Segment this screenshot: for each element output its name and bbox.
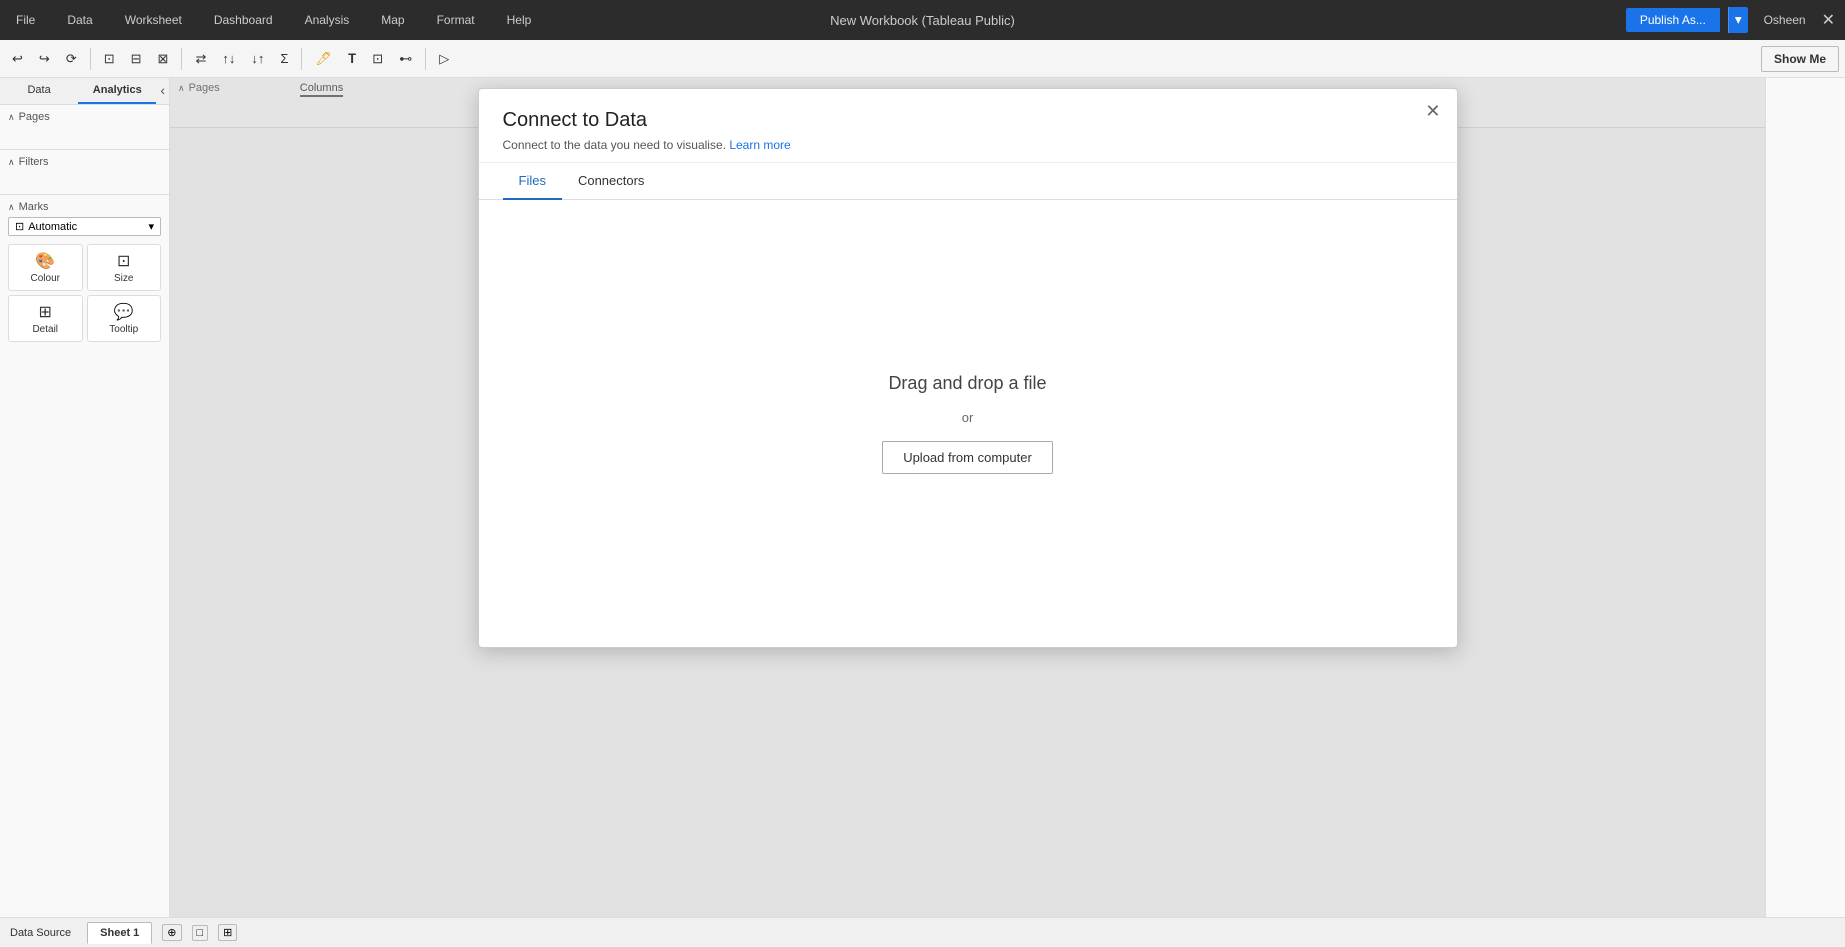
window-close-button[interactable]: ✕ — [1822, 10, 1835, 30]
marks-collapse-icon: ∧ — [8, 202, 15, 213]
learn-more-link[interactable]: Learn more — [729, 138, 790, 152]
dialog-tab-files[interactable]: Files — [503, 163, 562, 200]
pages-header[interactable]: ∧ Pages — [8, 111, 161, 123]
menu-worksheet[interactable]: Worksheet — [119, 9, 188, 31]
marks-size[interactable]: ⊡ Size — [87, 244, 162, 291]
size-icon: ⊡ — [117, 251, 130, 271]
marks-type-selector[interactable]: ⊡ Automatic ▾ — [8, 217, 161, 236]
refresh-button[interactable]: ⟳ — [60, 47, 83, 71]
upload-from-computer-button[interactable]: Upload from computer — [882, 441, 1053, 474]
totals-button[interactable]: Σ — [274, 47, 294, 70]
menu-bar: File Data Worksheet Dashboard Analysis M… — [10, 9, 537, 31]
user-name: Osheen — [1764, 13, 1806, 27]
highlight-button[interactable]: 🖊 — [309, 47, 338, 71]
detail-icon: ⊞ — [39, 302, 52, 322]
menu-format[interactable]: Format — [431, 9, 481, 31]
pages-label: Pages — [19, 111, 50, 123]
dialog-subtitle: Connect to the data you need to visualis… — [503, 138, 1433, 152]
pages-content — [8, 127, 161, 143]
publish-as-button[interactable]: Publish As... — [1626, 8, 1720, 32]
filters-header[interactable]: ∧ Filters — [8, 156, 161, 168]
sidebar-tabs: Data Analytics ‹ — [0, 78, 169, 105]
toolbar-separator-3 — [301, 48, 302, 70]
tooltip-icon: 💬 — [114, 302, 134, 322]
sheet1-tab[interactable]: Sheet 1 — [87, 922, 152, 944]
dialog-tab-connectors[interactable]: Connectors — [562, 163, 660, 200]
fit-button[interactable]: ⊷ — [393, 47, 418, 71]
dialog-tabs: Files Connectors — [479, 163, 1457, 200]
sort-desc-button[interactable]: ↓↑ — [245, 47, 270, 70]
toolbar-separator-1 — [90, 48, 91, 70]
menu-analysis[interactable]: Analysis — [299, 9, 356, 31]
filters-content — [8, 172, 161, 188]
menu-help[interactable]: Help — [501, 9, 538, 31]
filters-collapse-icon: ∧ — [8, 157, 15, 168]
toolbar: ↩ ↪ ⟳ ⊡ ⊟ ⊠ ⇄ ↑↓ ↓↑ Σ 🖊 𝐓 ⊡ ⊷ ▷ Show Me — [0, 40, 1845, 78]
drag-drop-text: Drag and drop a file — [888, 373, 1046, 394]
tooltip-label: Tooltip — [109, 324, 138, 335]
detail-label: Detail — [32, 324, 58, 335]
content-area: ∧ Pages Columns Connect to Data Connect … — [170, 78, 1765, 917]
swap-rows-cols-button[interactable]: ⇄ — [189, 47, 212, 71]
pages-collapse-icon: ∧ — [8, 112, 15, 123]
connect-to-data-dialog: Connect to Data Connect to the data you … — [478, 88, 1458, 648]
toolbar-separator-2 — [181, 48, 182, 70]
dialog-header: Connect to Data Connect to the data you … — [479, 89, 1457, 163]
publish-dropdown-button[interactable]: ▾ — [1728, 7, 1748, 33]
title-bar-right: Publish As... ▾ Osheen ✕ — [1626, 7, 1835, 33]
new-sheet-button[interactable]: ⊡ — [98, 47, 121, 71]
menu-map[interactable]: Map — [375, 9, 410, 31]
show-me-button[interactable]: Show Me — [1761, 46, 1839, 72]
sidebar-tab-analytics[interactable]: Analytics — [78, 78, 156, 104]
colour-label: Colour — [31, 273, 60, 284]
new-sheet-icon-button[interactable]: ⊕ — [162, 924, 181, 941]
clear-sheet-button[interactable]: ⊠ — [152, 47, 175, 71]
new-story-button[interactable]: ⊞ — [218, 924, 237, 941]
menu-data[interactable]: Data — [61, 9, 98, 31]
view-card-button[interactable]: ⊡ — [366, 47, 389, 71]
status-bar: Data Source Sheet 1 ⊕ □ ⊞ — [0, 917, 1845, 947]
marks-header[interactable]: ∧ Marks — [8, 201, 161, 213]
filters-label: Filters — [19, 156, 49, 168]
marks-colour[interactable]: 🎨 Colour — [8, 244, 83, 291]
dialog-body: Drag and drop a file or Upload from comp… — [479, 200, 1457, 647]
dialog-subtitle-text: Connect to the data you need to visualis… — [503, 138, 726, 152]
menu-file[interactable]: File — [10, 9, 41, 31]
left-sidebar: Data Analytics ‹ ∧ Pages ∧ Filters ∧ Mar… — [0, 78, 170, 917]
right-panel — [1765, 78, 1845, 917]
marks-detail[interactable]: ⊞ Detail — [8, 295, 83, 342]
main-layout: Data Analytics ‹ ∧ Pages ∧ Filters ∧ Mar… — [0, 78, 1845, 917]
marks-label: Marks — [19, 201, 49, 213]
colour-icon: 🎨 — [35, 251, 55, 271]
marks-tooltip[interactable]: 💬 Tooltip — [87, 295, 162, 342]
toolbar-separator-4 — [425, 48, 426, 70]
dialog-overlay: Connect to Data Connect to the data you … — [170, 78, 1765, 917]
pages-section: ∧ Pages — [0, 105, 169, 149]
data-source-tab[interactable]: Data Source — [10, 927, 71, 939]
dialog-close-button[interactable]: ✕ — [1425, 101, 1440, 122]
size-label: Size — [114, 273, 133, 284]
filters-section: ∧ Filters — [0, 149, 169, 194]
or-text: or — [962, 410, 974, 425]
dialog-title: Connect to Data — [503, 109, 1433, 132]
menu-dashboard[interactable]: Dashboard — [208, 9, 279, 31]
present-button[interactable]: ▷ — [433, 47, 455, 71]
title-bar: File Data Worksheet Dashboard Analysis M… — [0, 0, 1845, 40]
sort-asc-button[interactable]: ↑↓ — [216, 47, 241, 70]
sidebar-collapse-button[interactable]: ‹ — [156, 78, 169, 104]
window-title: New Workbook (Tableau Public) — [830, 13, 1015, 28]
undo-button[interactable]: ↩ — [6, 47, 29, 71]
marks-section: ∧ Marks ⊡ Automatic ▾ 🎨 Colour ⊡ Size ⊞ — [0, 194, 169, 348]
redo-button[interactable]: ↪ — [33, 47, 56, 71]
marks-grid: 🎨 Colour ⊡ Size ⊞ Detail 💬 Tooltip — [8, 244, 161, 342]
new-dashboard-button[interactable]: □ — [192, 925, 209, 941]
duplicate-sheet-button[interactable]: ⊟ — [125, 47, 148, 71]
sidebar-tab-data[interactable]: Data — [0, 78, 78, 104]
marks-type-label: Automatic — [28, 221, 77, 233]
format-button[interactable]: 𝐓 — [342, 47, 362, 71]
